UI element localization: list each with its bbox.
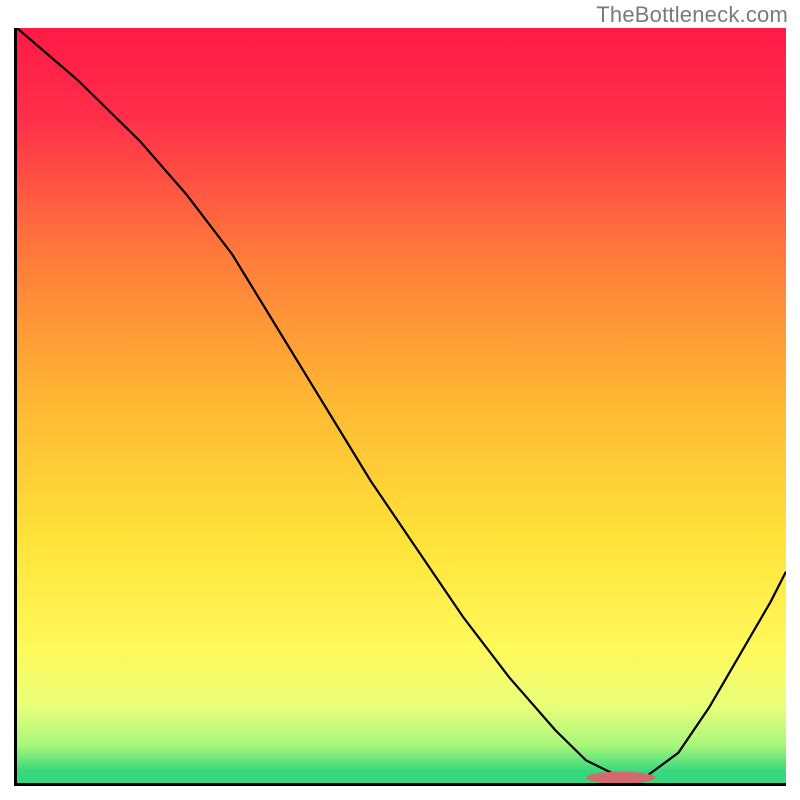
chart-container: TheBottleneck.com: [0, 0, 800, 800]
chart-svg: [17, 28, 786, 783]
plot-area: [14, 28, 786, 786]
gradient-rect: [17, 28, 786, 783]
watermark-text: TheBottleneck.com: [596, 2, 788, 28]
